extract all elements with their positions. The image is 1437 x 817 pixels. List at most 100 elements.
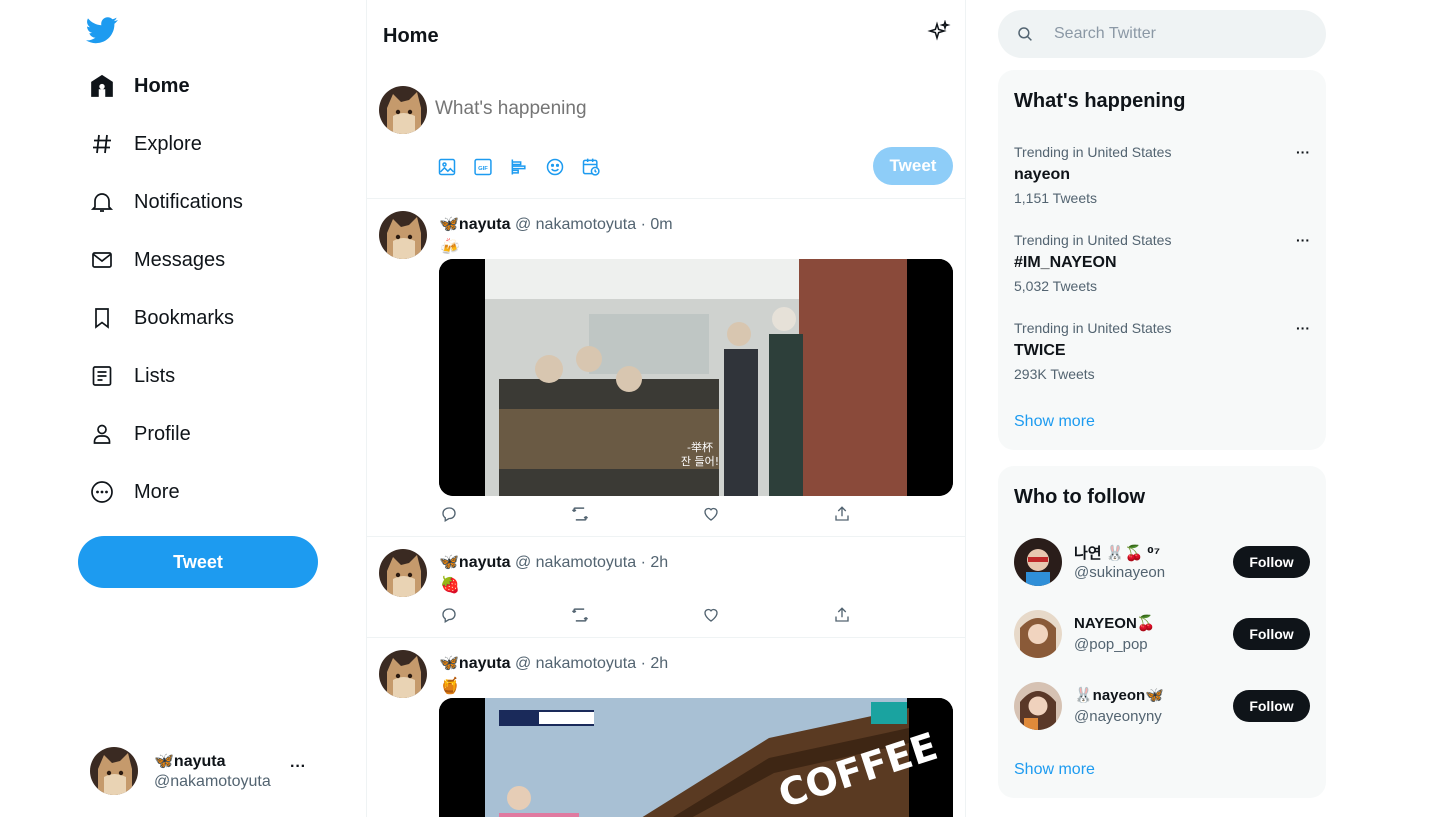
like-icon[interactable] (701, 605, 721, 625)
tweet-header: 🦋nayuta @ nakamotoyuta · 0m (439, 214, 673, 234)
account-names: 🦋nayuta @nakamotoyuta (154, 751, 271, 791)
bookmark-icon (88, 304, 116, 332)
nav-label: Home (134, 74, 190, 97)
nav-profile[interactable]: Profile (88, 412, 191, 456)
follow-suggestion[interactable]: NAYEON🍒 @pop_pop Follow (1014, 610, 1310, 658)
like-icon[interactable] (701, 504, 721, 524)
trend-context: Trending in United States (1014, 320, 1172, 336)
nav-label: More (134, 480, 180, 503)
list-icon (88, 362, 116, 390)
post-tweet-button[interactable]: Tweet (873, 147, 953, 185)
trend-name: #IM_NAYEON (1014, 254, 1117, 271)
tweet-header: 🦋nayuta @ nakamotoyuta · 2h (439, 653, 668, 673)
nav-label: Notifications (134, 190, 243, 213)
nav-lists[interactable]: Lists (88, 354, 175, 398)
tweet-author-name[interactable]: 🦋nayuta (439, 554, 511, 571)
avatar[interactable] (379, 549, 427, 597)
tweet-media-video[interactable]: -举杯 잔 들어! (439, 259, 953, 496)
share-icon[interactable] (832, 605, 852, 625)
follow-suggestion[interactable]: 나연 🐰🍒 ⁰⁷ @sukinayeon Follow (1014, 538, 1310, 586)
nav-label: Lists (134, 364, 176, 387)
hashtag-icon (88, 130, 116, 158)
trend-count: 5,032 Tweets (1014, 278, 1098, 294)
follow-suggestion[interactable]: 🐰nayeon🦋 @nayeonyny Follow (1014, 682, 1310, 730)
nav-bookmarks[interactable]: Bookmarks (88, 296, 234, 340)
avatar[interactable] (1014, 538, 1062, 586)
more-dots-icon[interactable]: ··· (1296, 320, 1310, 336)
nav-more[interactable]: More (88, 470, 180, 514)
composer-toolbar: GIF (435, 155, 615, 179)
more-dots-icon[interactable]: ··· (290, 758, 306, 776)
trend-item[interactable]: Trending in United States nayeon 1,151 T… (1014, 144, 1310, 206)
retweet-icon[interactable] (570, 504, 590, 524)
sparkle-icon[interactable] (927, 19, 951, 44)
image-icon[interactable] (435, 155, 459, 179)
tweet[interactable]: 🦋nayuta @ nakamotoyuta · 2h 🍯 COFFEE (367, 638, 965, 817)
suggestion-handle: @nayeonyny (1074, 708, 1162, 725)
home-icon (88, 72, 116, 100)
more-dots-icon[interactable]: ··· (1296, 232, 1310, 248)
nav-label: Bookmarks (134, 306, 235, 329)
follow-button[interactable]: Follow (1233, 546, 1310, 578)
tweet-text: 🍯 (440, 678, 460, 695)
trend-context: Trending in United States (1014, 232, 1172, 248)
suggestion-handle: @sukinayeon (1074, 564, 1166, 581)
gif-icon[interactable]: GIF (471, 155, 495, 179)
account-handle: @nakamotoyuta (154, 773, 271, 790)
panel-title: What's happening (1014, 90, 1186, 112)
poll-icon[interactable] (507, 155, 531, 179)
follow-button[interactable]: Follow (1233, 690, 1310, 722)
retweet-icon[interactable] (570, 605, 590, 625)
tweet-actions (439, 504, 963, 524)
follow-show-more-link[interactable]: Show more (1014, 761, 1095, 779)
panel-title: Who to follow (1014, 486, 1146, 508)
avatar[interactable] (379, 650, 427, 698)
trend-name: TWICE (1014, 342, 1066, 359)
trend-item[interactable]: Trending in United States TWICE 293K Twe… (1014, 320, 1310, 382)
trends-panel: What's happening Trending in United Stat… (998, 70, 1326, 450)
timeline-header: Home (367, 0, 965, 70)
tweet-header: 🦋nayuta @ nakamotoyuta · 2h (439, 552, 668, 572)
svg-text:-举杯: -举杯 (687, 440, 713, 454)
search-input[interactable] (1054, 25, 1304, 43)
trend-count: 1,151 Tweets (1014, 190, 1098, 206)
tweet[interactable]: 🦋nayuta @ nakamotoyuta · 0m 🍻 -举杯 잔 들어! (367, 199, 965, 537)
avatar[interactable] (379, 211, 427, 259)
emoji-icon[interactable] (543, 155, 567, 179)
twitter-logo-icon[interactable] (85, 14, 118, 46)
tweet-button[interactable]: Tweet (78, 536, 318, 588)
tweet-text: 🍻 (440, 239, 460, 256)
tweet-composer: GIF Tweet (367, 70, 965, 199)
follow-button[interactable]: Follow (1233, 618, 1310, 650)
trend-item[interactable]: Trending in United States #IM_NAYEON 5,0… (1014, 232, 1310, 294)
nav-explore[interactable]: Explore (88, 122, 202, 166)
bell-icon (88, 188, 116, 216)
svg-text:GIF: GIF (478, 166, 488, 172)
suggestion-name: NAYEON🍒 (1074, 615, 1156, 632)
main-timeline: Home GIF Tweet (366, 0, 966, 817)
trends-show-more-link[interactable]: Show more (1014, 413, 1095, 431)
reply-icon[interactable] (439, 504, 459, 524)
tweet-author-name[interactable]: 🦋nayuta (439, 216, 511, 233)
schedule-icon[interactable] (579, 155, 603, 179)
tweet[interactable]: 🦋nayuta @ nakamotoyuta · 2h 🍓 (367, 537, 965, 638)
tweet-meta: @ nakamotoyuta · 2h (514, 554, 669, 571)
share-icon[interactable] (832, 504, 852, 524)
more-dots-icon[interactable]: ··· (1296, 144, 1310, 160)
tweet-author-name[interactable]: 🦋nayuta (439, 655, 511, 672)
nav-messages[interactable]: Messages (88, 238, 225, 282)
avatar (379, 86, 427, 134)
avatar (90, 747, 138, 795)
account-switcher[interactable]: 🦋nayuta @nakamotoyuta ··· (90, 746, 320, 796)
reply-icon[interactable] (439, 605, 459, 625)
search-box[interactable] (998, 10, 1326, 58)
nav-notifications[interactable]: Notifications (88, 180, 243, 224)
avatar[interactable] (1014, 682, 1062, 730)
nav-home[interactable]: Home (88, 64, 190, 108)
compose-input[interactable] (435, 98, 935, 120)
tweet-meta: @ nakamotoyuta · 2h (514, 655, 669, 672)
suggestion-name: 나연 🐰🍒 ⁰⁷ (1074, 545, 1161, 562)
trend-context: Trending in United States (1014, 144, 1172, 160)
avatar[interactable] (1014, 610, 1062, 658)
tweet-media-video[interactable]: COFFEE (439, 698, 953, 817)
